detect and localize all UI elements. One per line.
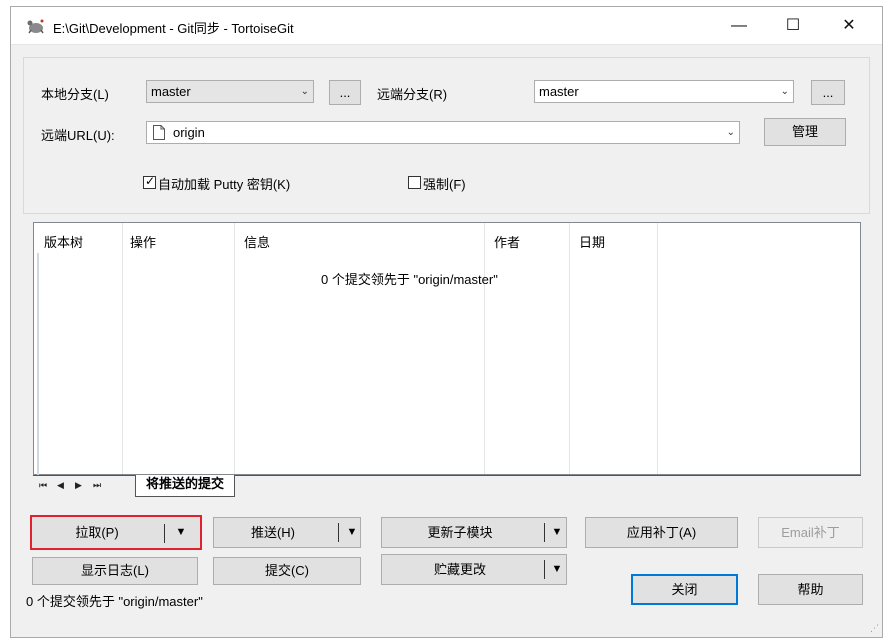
stash-dropdown-icon[interactable]: ▼ xyxy=(548,555,566,584)
column-header-date[interactable]: 日期 xyxy=(579,232,605,251)
first-tab-icon[interactable]: ⏮ xyxy=(39,480,47,491)
title-bar[interactable]: E:\Git\Development - Git同步 - TortoiseGit… xyxy=(11,7,882,45)
force-checkbox[interactable] xyxy=(408,176,421,189)
remote-branch-label: 远端分支(R) xyxy=(377,87,448,102)
tab-strip: ⏮ ◀ ▶ ⏭ 将推送的提交 xyxy=(33,475,861,497)
column-divider xyxy=(484,223,485,474)
update-submodules-button[interactable]: 更新子模块 xyxy=(382,518,538,547)
column-header-action[interactable]: 操作 xyxy=(130,232,156,251)
split-divider xyxy=(338,523,339,542)
show-log-button[interactable]: 显示日志(L) xyxy=(32,557,198,585)
chevron-down-icon: ⌄ xyxy=(780,86,789,97)
tab-commits-to-push[interactable]: 将推送的提交 xyxy=(135,475,236,497)
next-tab-icon[interactable]: ▶ xyxy=(75,480,82,491)
update-submodules-dropdown-icon[interactable]: ▼ xyxy=(548,518,566,547)
split-divider xyxy=(544,560,545,579)
force-label[interactable]: 强制(F) xyxy=(423,174,466,193)
remote-branch-value: master xyxy=(539,84,579,99)
graph-lane xyxy=(37,253,39,475)
column-divider xyxy=(657,223,658,474)
column-header-author[interactable]: 作者 xyxy=(494,232,520,251)
apply-patch-button[interactable]: 应用补丁(A) xyxy=(585,517,738,548)
last-tab-icon[interactable]: ⏭ xyxy=(93,480,101,491)
help-button[interactable]: 帮助 xyxy=(758,574,863,605)
split-divider xyxy=(544,523,545,542)
remote-url-label: 远端URL(U): xyxy=(41,128,115,143)
close-button[interactable]: 关闭 xyxy=(631,574,738,605)
column-header-message[interactable]: 信息 xyxy=(244,232,270,251)
remote-branch-combo[interactable]: master ⌄ xyxy=(534,80,794,103)
push-split-button[interactable]: 推送(H) ▼ xyxy=(213,517,361,548)
pull-split-button[interactable]: 拉取(P) ▼ xyxy=(30,515,202,550)
local-branch-value: master xyxy=(151,84,191,99)
tortoisegit-icon xyxy=(27,19,44,34)
status-text: 0 个提交领先于 "origin/master" xyxy=(26,594,203,609)
git-sync-window: E:\Git\Development - Git同步 - TortoiseGit… xyxy=(10,6,883,638)
commit-list[interactable]: 版本树 操作 信息 作者 日期 xyxy=(33,222,861,475)
local-branch-browse-button[interactable]: ... xyxy=(329,80,361,105)
pull-dropdown-icon[interactable]: ▼ xyxy=(172,517,190,546)
local-branch-label: 本地分支(L) xyxy=(41,87,109,102)
column-divider xyxy=(234,223,235,474)
checkmark-icon: ✓ xyxy=(145,174,156,188)
pull-button[interactable]: 拉取(P) xyxy=(32,517,162,546)
chevron-down-icon: ⌄ xyxy=(726,127,735,138)
column-header-graph[interactable]: 版本树 xyxy=(44,232,83,251)
manage-remotes-button[interactable]: 管理 xyxy=(764,118,846,146)
column-divider xyxy=(569,223,570,474)
push-dropdown-icon[interactable]: ▼ xyxy=(343,518,361,547)
autoload-putty-label[interactable]: 自动加载 Putty 密钥(K) xyxy=(158,174,290,193)
remote-url-value: origin xyxy=(173,125,205,140)
close-window-button[interactable]: ✕ xyxy=(826,7,872,45)
minimize-button[interactable]: — xyxy=(716,7,762,45)
column-divider xyxy=(122,223,123,474)
stash-button[interactable]: 贮藏更改 xyxy=(382,555,538,584)
remote-url-combo[interactable]: origin ⌄ xyxy=(146,121,740,144)
file-icon xyxy=(153,125,165,140)
split-divider xyxy=(164,524,165,543)
prev-tab-icon[interactable]: ◀ xyxy=(57,480,64,491)
chevron-down-icon: ⌄ xyxy=(300,86,309,97)
update-submodules-split-button[interactable]: 更新子模块 ▼ xyxy=(381,517,567,548)
local-branch-combo[interactable]: master ⌄ xyxy=(146,80,314,103)
email-patch-button[interactable]: Email补丁 xyxy=(758,517,863,548)
commit-button[interactable]: 提交(C) xyxy=(213,557,361,585)
remote-branch-browse-button[interactable]: ... xyxy=(811,80,845,105)
stash-split-button[interactable]: 贮藏更改 ▼ xyxy=(381,554,567,585)
autoload-putty-checkbox[interactable]: ✓ xyxy=(143,174,156,189)
empty-list-message: 0 个提交领先于 "origin/master" xyxy=(321,272,498,287)
branch-options-panel: 本地分支(L) master ⌄ ... 远端分支(R) master ⌄ ..… xyxy=(23,57,870,214)
resize-grip-icon[interactable]: ⋰ xyxy=(870,623,879,634)
maximize-button[interactable]: ☐ xyxy=(770,7,816,45)
window-title: E:\Git\Development - Git同步 - TortoiseGit xyxy=(53,21,294,36)
push-button[interactable]: 推送(H) xyxy=(214,518,332,547)
